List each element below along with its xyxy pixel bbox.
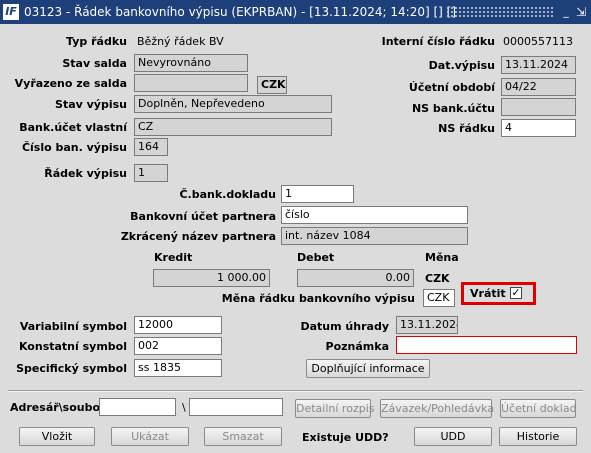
app-logo-icon: IF bbox=[3, 4, 19, 20]
debet-field[interactable]: 0.00 bbox=[297, 269, 414, 287]
interni-cislo-radku-label: Interní číslo řádku bbox=[381, 35, 495, 48]
detailni-rozpis-button[interactable]: Detailní rozpis bbox=[295, 399, 374, 418]
zkraceny-nazev-partnera-field[interactable]: int. název 1084 bbox=[281, 227, 468, 245]
path-separator: \ bbox=[182, 401, 186, 414]
footer-separator bbox=[8, 390, 583, 392]
specificky-symbol-label: Specifický symbol bbox=[16, 362, 127, 375]
zkraceny-nazev-partnera-label: Zkrácený název partnera bbox=[120, 230, 276, 243]
zavazek-pohledavka-button[interactable]: Závazek/Pohledávka bbox=[380, 399, 494, 418]
ns-radku-label: NS řádku bbox=[438, 122, 495, 135]
ns-bank-uctu-field[interactable] bbox=[501, 98, 576, 116]
variabilni-symbol-field[interactable]: 12000 bbox=[134, 316, 222, 334]
ucetni-doklad-button[interactable]: Účetní doklad bbox=[500, 399, 577, 418]
ukazat-button[interactable]: Ukázat bbox=[111, 427, 189, 446]
historie-button[interactable]: Historie bbox=[499, 427, 577, 446]
mena-radku-field[interactable]: CZK bbox=[423, 289, 455, 307]
c-bank-dokladu-label: Č.bank.dokladu bbox=[179, 188, 276, 201]
title-grip bbox=[446, 6, 554, 17]
poznamka-field[interactable] bbox=[396, 336, 577, 354]
stav-vypisu-label: Stav výpisu bbox=[55, 98, 127, 111]
ns-bank-uctu-label: NS bank.účtu bbox=[411, 102, 495, 115]
vyrazeno-ze-salda-label: Vyřazeno ze salda bbox=[14, 77, 127, 90]
soubor-field[interactable] bbox=[189, 398, 283, 416]
adresar-field[interactable] bbox=[99, 398, 176, 416]
smazat-button[interactable]: Smazat bbox=[204, 427, 282, 446]
c-bank-dokladu-field[interactable]: 1 bbox=[281, 185, 354, 203]
adresar-soubor-label: Adresář\soubor bbox=[10, 401, 106, 414]
dat-vypisu-field[interactable]: 13.11.2024 bbox=[501, 56, 576, 74]
title-bar: IF 03123 - Řádek bankovního výpisu (EKPR… bbox=[0, 0, 591, 24]
minimize-icon[interactable]: _ bbox=[560, 5, 572, 19]
specificky-symbol-field[interactable]: ss 1835 bbox=[134, 359, 222, 377]
poznamka-label: Poznámka bbox=[325, 340, 389, 353]
bankovni-ucet-partnera-label: Bankovní účet partnera bbox=[130, 210, 276, 223]
doplnujici-informace-button[interactable]: Doplňující informace bbox=[306, 359, 430, 378]
udd-button[interactable]: UDD bbox=[414, 427, 492, 446]
typ-radku-label: Typ řádku bbox=[66, 35, 127, 48]
ns-radku-field[interactable]: 4 bbox=[501, 119, 576, 137]
kredit-label: Kredit bbox=[154, 251, 193, 264]
vyrazeno-ze-salda-field[interactable] bbox=[134, 74, 248, 92]
ucetni-obdobi-field[interactable]: 04/22 bbox=[501, 78, 576, 96]
cislo-ban-vypisu-label: Číslo ban. výpisu bbox=[21, 141, 127, 154]
existuje-udd-label: Existuje UDD? bbox=[302, 431, 389, 444]
kredit-field[interactable]: 1 000.00 bbox=[153, 269, 270, 287]
mena-radku-label: Měna řádku bankovního výpisu bbox=[221, 292, 415, 305]
radek-vypisu-label: Řádek výpisu bbox=[44, 167, 127, 180]
cislo-ban-vypisu-field[interactable]: 164 bbox=[134, 138, 168, 156]
stav-salda-label: Stav salda bbox=[62, 57, 127, 70]
check-icon: ✓ bbox=[511, 286, 521, 299]
ucetni-obdobi-label: Účetní období bbox=[408, 81, 495, 94]
stav-vypisu-field[interactable]: Doplněn, Nepřevedeno bbox=[134, 95, 332, 113]
bank-ucet-vlastni-field[interactable]: CZ bbox=[134, 118, 332, 136]
bankovni-ucet-partnera-field[interactable]: číslo bbox=[281, 206, 468, 224]
datum-uhrady-field[interactable]: 13.11.2024 bbox=[396, 316, 458, 334]
vratit-label: Vrátit bbox=[470, 287, 506, 300]
vyrazeno-currency: CZK bbox=[257, 76, 287, 94]
mena-value: CZK bbox=[425, 272, 450, 285]
variabilni-symbol-label: Variabilní symbol bbox=[19, 320, 127, 333]
radek-vypisu-field[interactable]: 1 bbox=[134, 164, 168, 182]
typ-radku-value: Běžný řádek BV bbox=[137, 35, 224, 48]
mena-label: Měna bbox=[425, 251, 459, 264]
datum-uhrady-label: Datum úhrady bbox=[300, 320, 390, 333]
vratit-checkbox[interactable]: ✓ bbox=[510, 287, 522, 299]
konstatni-symbol-label: Konstatní symbol bbox=[18, 340, 127, 353]
konstatni-symbol-field[interactable]: 002 bbox=[134, 337, 222, 355]
bank-ucet-vlastni-label: Bank.účet vlastní bbox=[19, 121, 127, 134]
debet-label: Debet bbox=[297, 251, 335, 264]
interni-cislo-radku-value: 0000557113 bbox=[503, 35, 573, 48]
stav-salda-field[interactable]: Nevyrovnáno bbox=[134, 54, 248, 72]
window-title: 03123 - Řádek bankovního výpisu (EKPRBAN… bbox=[24, 5, 457, 19]
window-icon[interactable]: ⇲ bbox=[575, 5, 587, 19]
dat-vypisu-label: Dat.výpisu bbox=[428, 59, 495, 72]
vlozit-button[interactable]: Vložit bbox=[19, 427, 95, 446]
